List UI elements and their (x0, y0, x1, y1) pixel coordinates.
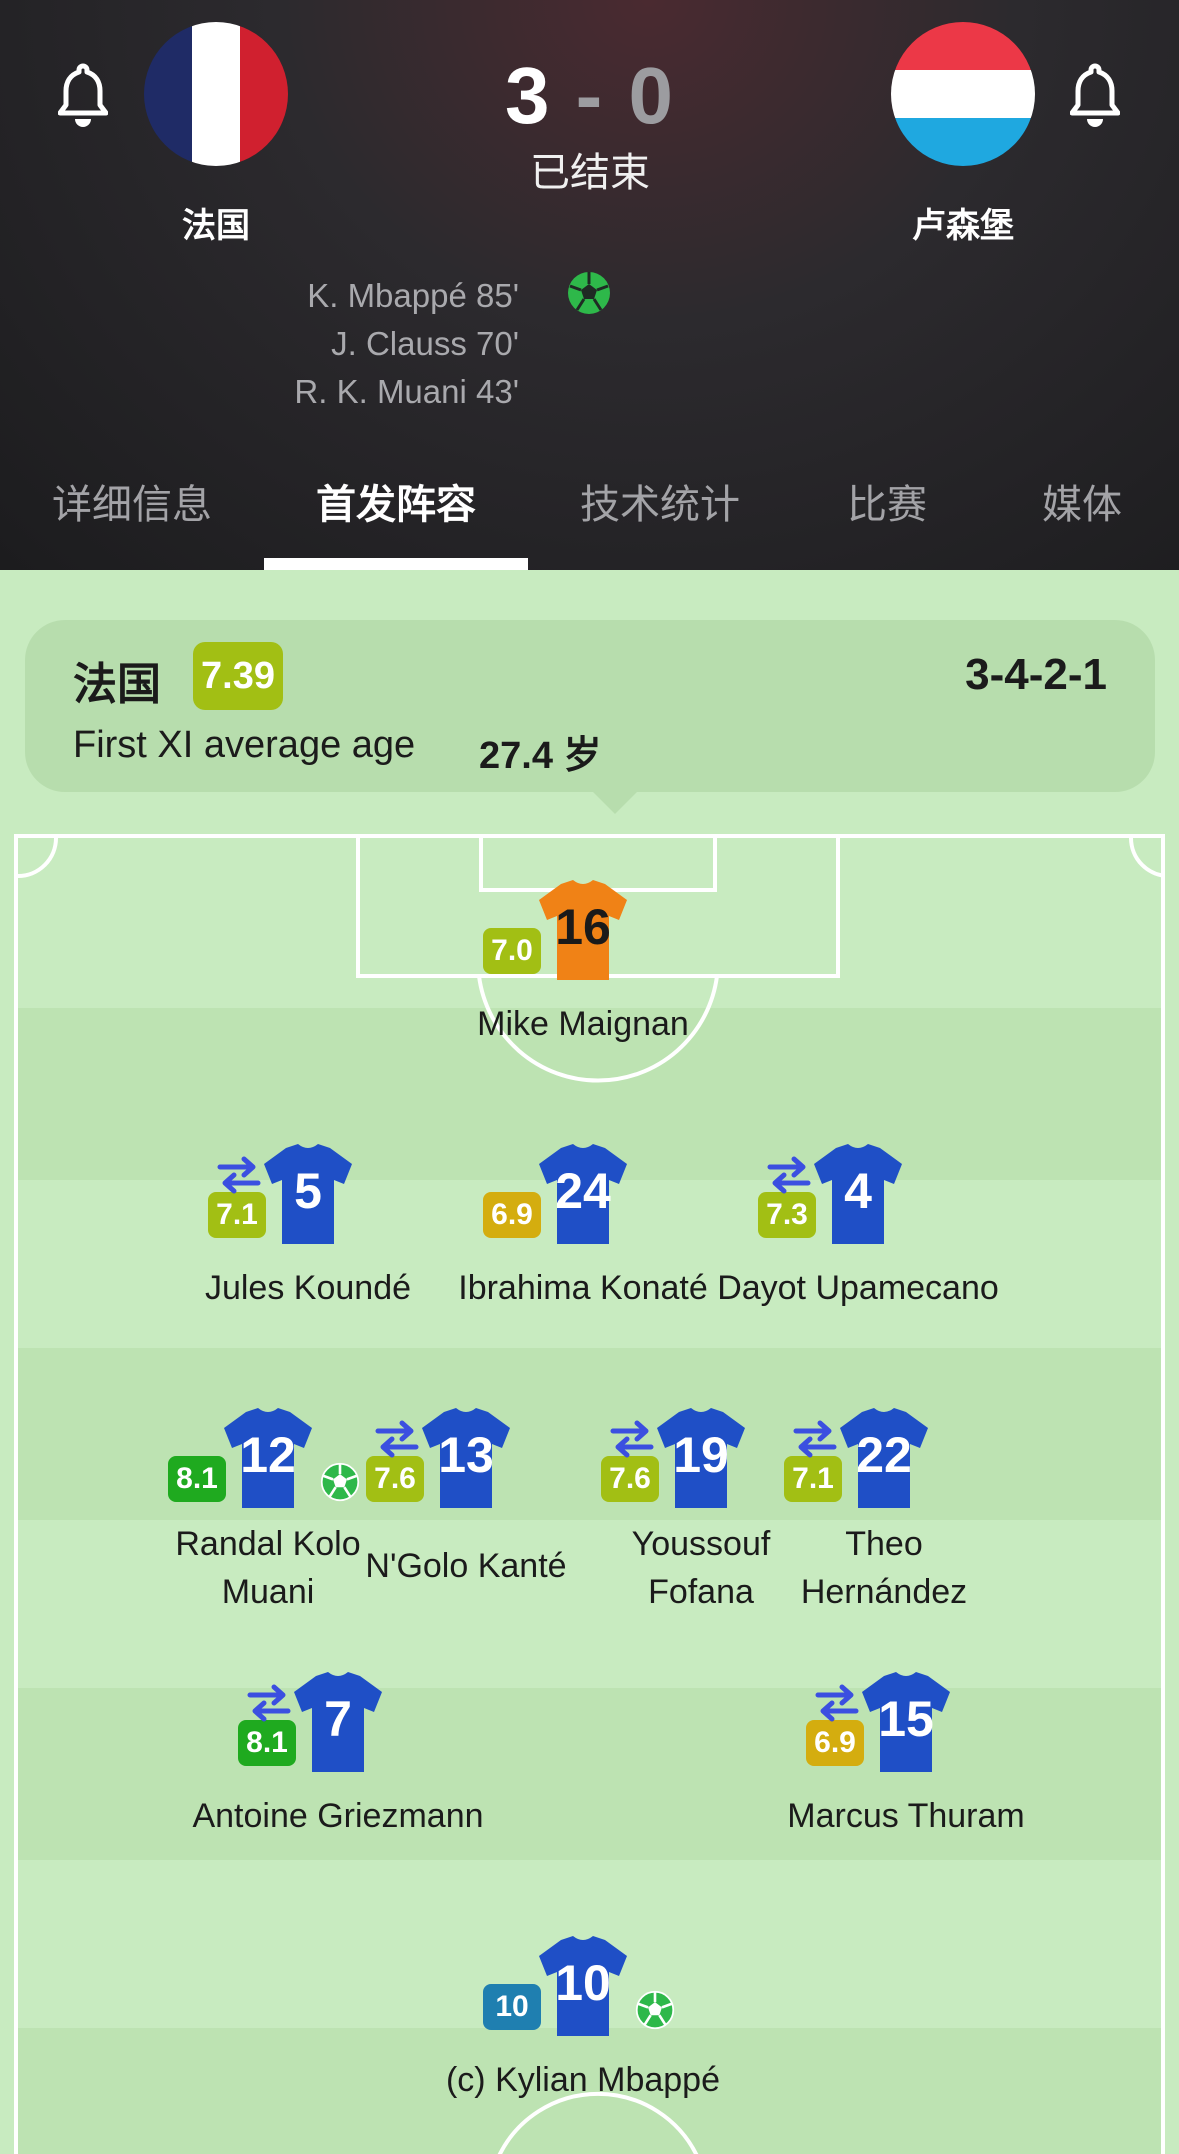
player-name: (c) Kylian Mbappé (445, 2061, 720, 2099)
goal-scorer: K. Mbappé 85' (307, 277, 519, 314)
tab-details[interactable]: 详细信息 (0, 472, 264, 530)
shirt-icon: 4 (814, 1144, 902, 1244)
lineup-pitch: 16 7.0 Mike Maignan 5 7.1 Jules Koundé 24 6.9 Ib… (14, 834, 1165, 2154)
shirt-icon: 24 (539, 1144, 627, 1244)
tab-media[interactable]: 媒体 (982, 472, 1179, 530)
player-rating-badge: 8.1 (238, 1720, 296, 1766)
player-rating-badge: 6.9 (806, 1720, 864, 1766)
goal-scorers-list: K. Mbappé 85' J. Clauss 70' R. K. Muani … (294, 272, 519, 416)
match-status: 已结束 (530, 151, 650, 195)
team-rating-badge: 7.39 (193, 642, 283, 710)
score-separator: - (575, 51, 605, 140)
formation: 3-4-2-1 (965, 650, 1107, 699)
luxembourg-flag-icon[interactable] (891, 22, 1035, 166)
shirt-number: 15 (878, 1691, 934, 1747)
substitution-icon (610, 1420, 654, 1458)
tab-match[interactable]: 比赛 (792, 472, 982, 530)
shirt-icon: 12 (224, 1408, 312, 1508)
away-score: 0 (628, 51, 676, 140)
player-token[interactable]: 5 7.1 Jules Koundé (158, 1144, 458, 1334)
player-name: Ibrahima Konaté (458, 1269, 708, 1307)
goal-football-icon (635, 1990, 675, 2030)
player-rating-badge: 7.6 (601, 1456, 659, 1502)
player-rating-badge: 7.1 (208, 1192, 266, 1238)
france-flag-icon[interactable] (144, 22, 288, 166)
tab-bar: 详细信息 首发阵容 技术统计 比赛 媒体 (0, 458, 1179, 570)
player-token[interactable]: 4 7.3 Dayot Upamecano (708, 1144, 1008, 1334)
notification-bell-icon[interactable] (58, 62, 108, 128)
shirt-icon: 5 (264, 1144, 352, 1244)
shirt-icon: 19 (657, 1408, 745, 1508)
average-age-value: 27.4 岁 (479, 735, 602, 777)
player-rating-badge: 8.1 (168, 1456, 226, 1502)
shirt-number: 5 (294, 1163, 322, 1219)
player-token[interactable]: 7 8.1 Antoine Griezmann (188, 1672, 488, 1862)
shirt-icon: 13 (422, 1408, 510, 1508)
player-token[interactable]: 10 10 (c) Kylian Mbappé (433, 1936, 733, 2126)
player-rating-badge: 6.9 (483, 1192, 541, 1238)
tab-stats[interactable]: 技术统计 (528, 472, 792, 530)
shirt-icon: 22 (840, 1408, 928, 1508)
shirt-number: 16 (555, 899, 611, 955)
player-rating-badge: 7.1 (784, 1456, 842, 1502)
player-token[interactable]: 16 7.0 Mike Maignan (433, 880, 733, 1070)
team-info-card: 法国 7.39 3-4-2-1 First XI average age 27.… (25, 620, 1155, 814)
substitution-icon (767, 1156, 811, 1194)
player-name: Dayot Upamecano (717, 1269, 999, 1307)
player-rating-badge: 7.3 (758, 1192, 816, 1238)
shirt-icon: 7 (294, 1672, 382, 1772)
shirt-number: 19 (673, 1427, 729, 1483)
player-token[interactable]: 15 6.9 Marcus Thuram (756, 1672, 1056, 1862)
shirt-icon: 16 (539, 880, 627, 980)
notification-bell-icon[interactable] (1070, 62, 1120, 128)
shirt-number: 12 (240, 1427, 296, 1483)
player-rating-badge: 7.6 (366, 1456, 424, 1502)
substitution-icon (217, 1156, 261, 1194)
tab-lineup[interactable]: 首发阵容 (264, 472, 528, 530)
home-team-name[interactable]: 法国 (106, 198, 326, 247)
shirt-number: 24 (555, 1163, 611, 1219)
player-name-line: Hernández (800, 1573, 968, 1611)
team-name: 法国 (73, 660, 161, 709)
goal-scorer: R. K. Muani 43' (294, 373, 519, 410)
shirt-number: 22 (856, 1427, 912, 1483)
player-rating-badge: 7.0 (483, 928, 541, 974)
goal-scorer: J. Clauss 70' (331, 325, 519, 362)
match-score: 3 - 0 (440, 50, 740, 142)
player-rating-badge: 10 (483, 1984, 541, 2030)
football-icon (568, 272, 610, 314)
substitution-icon (793, 1420, 837, 1458)
player-token[interactable]: 24 6.9 Ibrahima Konaté (433, 1144, 733, 1334)
shirt-number: 10 (555, 1955, 611, 2011)
shirt-number: 13 (438, 1427, 494, 1483)
shirt-number: 4 (844, 1163, 872, 1219)
shirt-icon: 15 (862, 1672, 950, 1772)
average-age-label: First XI average age (73, 724, 416, 766)
player-name: Antoine Griezmann (192, 1797, 484, 1835)
substitution-icon (815, 1684, 859, 1722)
match-header: 法国 3 - 0 已结束 卢森堡 K. Mbappé 85' J. Clauss… (0, 0, 1179, 570)
player-name: Mike Maignan (477, 1005, 689, 1043)
substitution-icon (247, 1684, 291, 1722)
substitution-icon (375, 1420, 419, 1458)
shirt-icon: 10 (539, 1936, 627, 2036)
home-score: 3 (504, 51, 552, 140)
active-tab-indicator (264, 558, 528, 570)
player-name: Marcus Thuram (787, 1797, 1025, 1835)
player-token[interactable]: 22 7.1 Theo Hernández (734, 1408, 1034, 1611)
player-name-line: Theo (845, 1525, 923, 1563)
away-team-name[interactable]: 卢森堡 (853, 198, 1073, 247)
player-name: Theo Hernández (734, 1520, 1034, 1616)
player-name: Jules Koundé (204, 1269, 412, 1307)
shirt-number: 7 (324, 1691, 352, 1747)
